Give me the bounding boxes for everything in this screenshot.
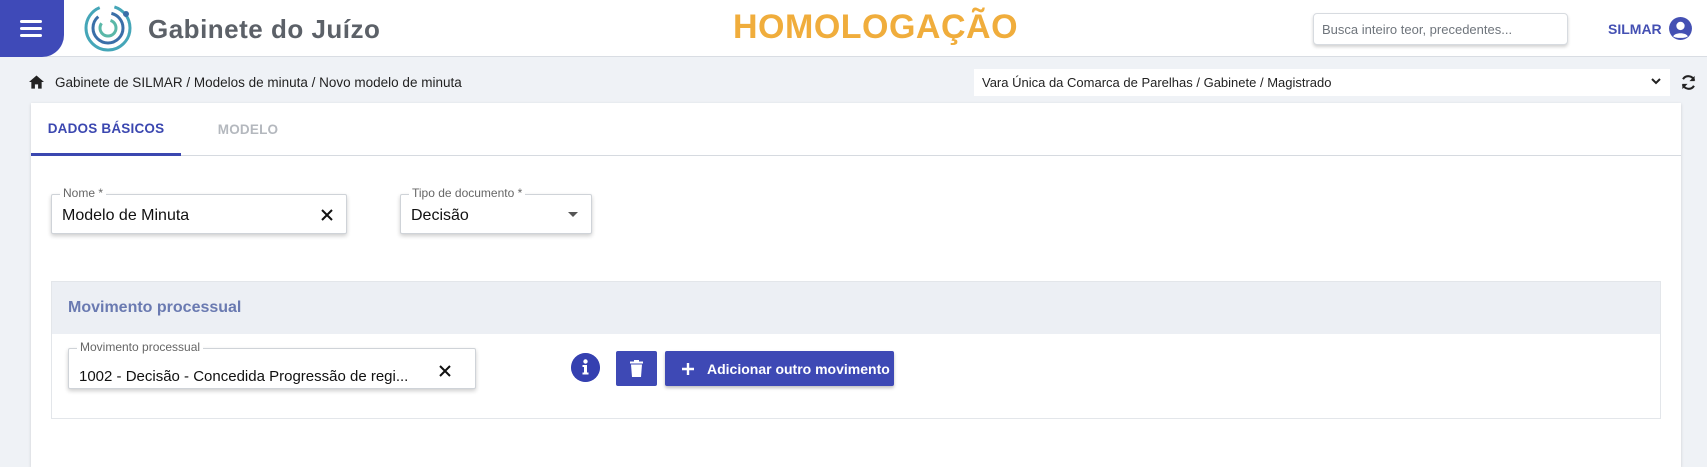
tab-dados-basicos[interactable]: DADOS BÁSICOS [31, 103, 181, 156]
trash-icon [630, 360, 643, 377]
add-movimento-label: Adicionar outro movimento [707, 360, 890, 377]
close-icon[interactable] [320, 208, 334, 222]
app-title: Gabinete do Juízo [148, 14, 381, 44]
movimento-value[interactable]: 1002 - Decisão - Concedida Progressão de… [79, 368, 427, 385]
search-input[interactable] [1313, 13, 1568, 45]
tab-bar: DADOS BÁSICOS MODELO [31, 103, 1681, 156]
add-movimento-button[interactable]: Adicionar outro movimento [665, 351, 894, 386]
caret-down-icon [568, 212, 578, 217]
tipo-documento-select[interactable]: Tipo de documento * Decisão [400, 186, 592, 234]
tipo-documento-value: Decisão [411, 207, 469, 224]
menu-icon-bar [20, 34, 42, 37]
unit-select-value: Vara Única da Comarca de Parelhas / Gabi… [982, 75, 1332, 90]
movimento-section: Movimento processual Movimento processua… [51, 281, 1661, 419]
main-card: DADOS BÁSICOS MODELO Nome * Modelo de Mi… [31, 103, 1681, 467]
close-icon[interactable] [438, 364, 452, 378]
delete-movimento-button[interactable] [616, 351, 657, 386]
home-icon[interactable] [29, 75, 44, 89]
environment-title: HOMOLOGAÇÃO [733, 8, 1019, 46]
user-name[interactable]: SILMAR [1608, 21, 1662, 37]
breadcrumb: Gabinete de SILMAR / Modelos de minuta /… [55, 75, 462, 90]
top-bar: Gabinete do Juízo HOMOLOGAÇÃO SILMAR [0, 0, 1707, 57]
menu-icon-bar [20, 27, 42, 30]
tipo-documento-label: Tipo de documento * [409, 186, 526, 200]
plus-icon [682, 362, 694, 375]
info-icon[interactable] [571, 353, 600, 382]
menu-button[interactable] [0, 0, 64, 57]
tab-modelo[interactable]: MODELO [183, 103, 313, 156]
refresh-icon[interactable] [1680, 74, 1697, 91]
user-circle-icon[interactable] [1668, 16, 1693, 41]
movimento-header: Movimento processual [52, 282, 1660, 334]
menu-icon [20, 20, 42, 23]
nome-label: Nome * [60, 186, 107, 200]
movimento-label: Movimento processual [77, 340, 204, 354]
logo-icon [84, 4, 132, 52]
movimento-field[interactable]: Movimento processual 1002 - Decisão - Co… [68, 340, 476, 389]
movimento-title: Movimento processual [68, 299, 242, 316]
nome-value[interactable]: Modelo de Minuta [62, 207, 302, 225]
nome-field[interactable]: Nome * Modelo de Minuta [51, 186, 347, 234]
chevron-down-icon [1651, 78, 1661, 85]
unit-select[interactable]: Vara Única da Comarca de Parelhas / Gabi… [974, 69, 1670, 96]
